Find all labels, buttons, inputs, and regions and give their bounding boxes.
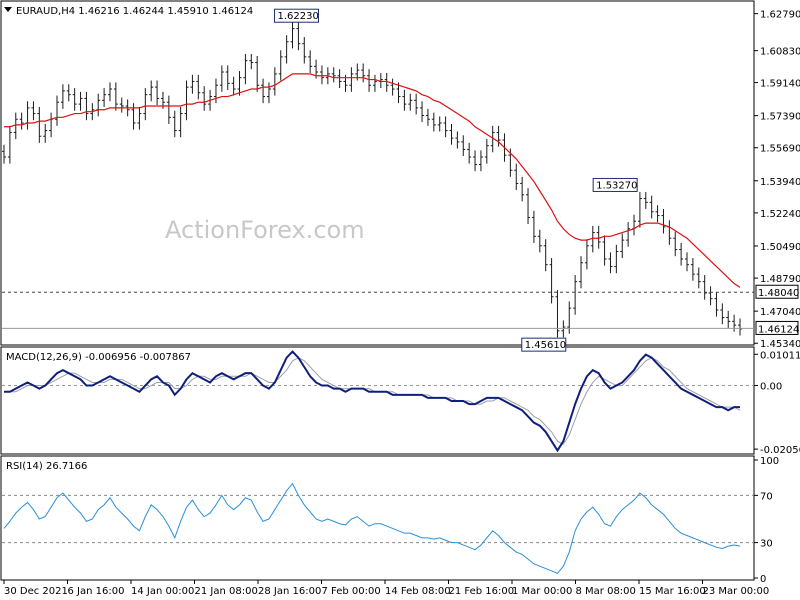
rsi-header: RSI(14) 26.7166 [6, 461, 87, 472]
y-tick-label: 1.45340 [760, 339, 800, 350]
rsi-axis: 100 70 30 0 [2, 456, 779, 585]
rsi-tick-label: 100 [760, 456, 779, 467]
price-tag: 1.48040 [755, 284, 799, 299]
y-tick-label: 1.55690 [760, 144, 800, 155]
macd-tick-label: -0.020561 [760, 445, 800, 456]
x-tick-label: 21 Feb 16:00 [449, 586, 515, 597]
annotation-label: 1.62230 [277, 11, 318, 22]
macd-axis: 0.010113 0.00 -0.020561 [2, 350, 800, 456]
price-tag-lines: 1.48040 1.46124 [2, 284, 799, 335]
macd-line [4, 350, 740, 453]
x-tick-label: 7 Feb 00:00 [322, 586, 381, 597]
x-tick-label: 14 Feb 08:00 [385, 586, 451, 597]
y-tick-label: 1.60830 [760, 47, 800, 58]
trading-chart: EURAUD,H4 1.46216 1.46244 1.45910 1.4612… [0, 0, 800, 597]
x-tick-label: 8 Mar 08:00 [576, 586, 636, 597]
x-tick-label: 23 Mar 00:00 [703, 586, 770, 597]
macd-panel-frame [0, 346, 755, 455]
rsi-tick-label: 70 [760, 491, 773, 502]
price-panel-frame [0, 0, 755, 346]
price-tag: 1.46124 [755, 320, 799, 335]
price-tag-label: 1.46124 [758, 324, 799, 335]
annotation-label: 1.45610 [525, 340, 566, 351]
rsi-line [3, 482, 741, 574]
price-tag-label: 1.48040 [758, 288, 799, 299]
macd-header: MACD(12,26,9) -0.006956 -0.007867 [6, 352, 191, 363]
time-axis: 30 Dec 2021 6 Jan 16:00 14 Jan 00:00 21 Jan… [3, 580, 770, 597]
macd-lines [4, 350, 741, 453]
price-header: EURAUD,H4 1.46216 1.46244 1.45910 1.4612… [16, 6, 253, 17]
watermark: ActionForex.com [165, 216, 365, 244]
x-tick-label: 15 Mar 16:00 [639, 586, 706, 597]
y-tick-label: 1.50490 [760, 242, 800, 253]
y-tick-label: 1.53940 [760, 177, 800, 188]
macd-tick-label: 0.00 [760, 382, 782, 393]
y-tick-label: 1.59140 [760, 79, 800, 90]
rsi-lines [3, 482, 741, 574]
rsi-panel-frame [0, 455, 755, 581]
rsi-tick-label: 30 [760, 539, 773, 550]
x-tick-label: 1 Mar 00:00 [512, 586, 572, 597]
collapse-arrow-icon[interactable] [4, 7, 12, 12]
x-tick-label: 30 Dec 2021 [4, 586, 68, 597]
x-tick-label: 28 Jan 16:00 [258, 586, 321, 597]
y-tick-label: 1.48790 [760, 274, 800, 285]
annotation-label: 1.53270 [596, 180, 637, 191]
x-tick-label: 6 Jan 16:00 [68, 586, 125, 597]
rsi-tick-label: 0 [760, 574, 766, 585]
y-tick-label: 1.52240 [760, 209, 800, 220]
y-tick-label: 1.47040 [760, 307, 800, 318]
price-annotations: 1.62230 1.53270 1.45610 [273, 8, 638, 352]
y-tick-label: 1.62790 [760, 10, 800, 21]
x-tick-label: 21 Jan 08:00 [195, 586, 258, 597]
y-tick-label: 1.57390 [760, 112, 800, 123]
x-tick-label: 14 Jan 00:00 [131, 586, 194, 597]
signal-line [4, 357, 741, 445]
macd-tick-label: 0.010113 [760, 350, 800, 361]
